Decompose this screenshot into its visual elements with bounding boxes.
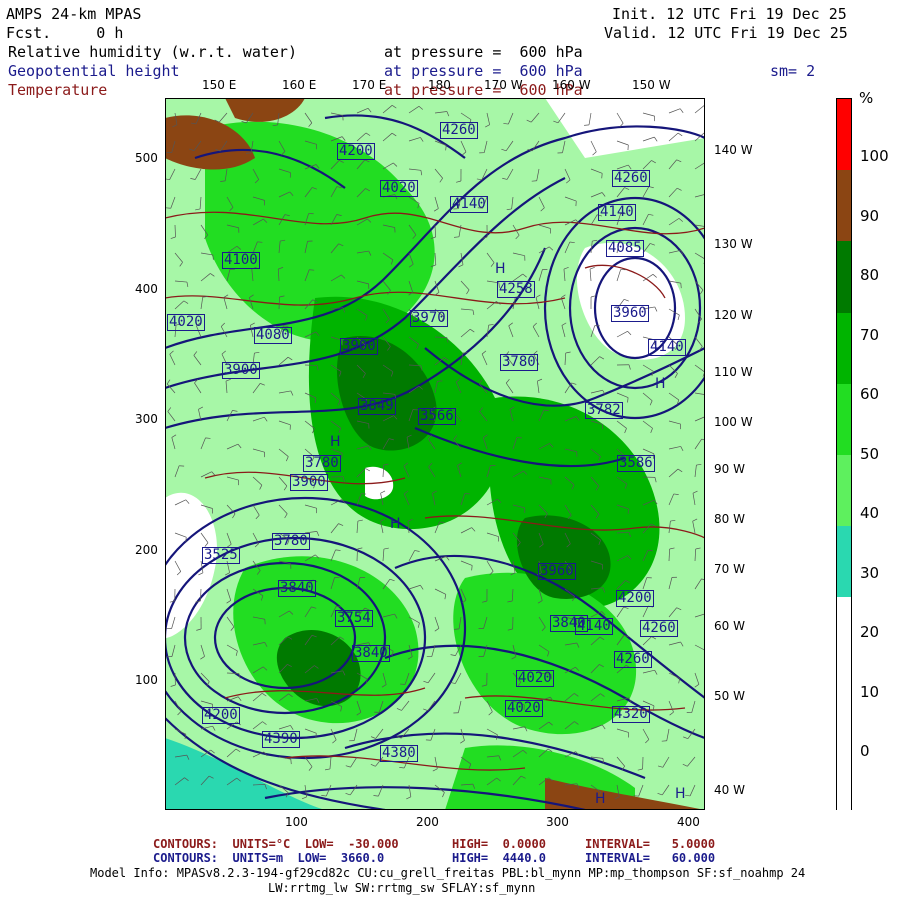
colorbar-segment xyxy=(837,668,851,740)
lon-label-right: 110 W xyxy=(714,365,753,379)
model-info: Model Info: MPASv8.2.3-194-gf29cd82c CU:… xyxy=(90,866,806,880)
y-tick-label: 100 xyxy=(135,673,158,687)
x-tick-label: 400 xyxy=(677,815,700,829)
x-tick-label: 200 xyxy=(416,815,439,829)
lon-label-right: 90 W xyxy=(714,462,745,476)
svg-text:H: H xyxy=(390,516,401,532)
lon-label-top: 180 xyxy=(428,78,451,92)
lon-label-right: 130 W xyxy=(714,237,753,251)
colorbar-tick-label: 10 xyxy=(860,682,880,701)
colorbar-segment xyxy=(837,739,851,811)
lon-label-top: 160 E xyxy=(282,78,317,92)
x-tick-label: 300 xyxy=(546,815,569,829)
colorbar-tick-label: 100 xyxy=(860,147,889,165)
colorbar-tick-label: 0 xyxy=(860,742,870,760)
model-title: AMPS 24-km MPAS xyxy=(6,5,142,23)
colorbar-tick-label: 50 xyxy=(860,444,880,463)
lon-label-right: 120 W xyxy=(714,308,753,322)
colorbar-tick-label: 20 xyxy=(860,623,880,641)
colorbar-tick-label: 80 xyxy=(860,266,880,284)
colorbar-unit: % xyxy=(859,89,874,107)
field-height: Geopotential height xyxy=(8,62,180,80)
colorbar-tick-label: 40 xyxy=(860,504,880,522)
svg-text:H: H xyxy=(655,376,666,392)
x-tick-label: 100 xyxy=(285,815,308,829)
y-tick-label: 200 xyxy=(135,543,158,557)
svg-text:H: H xyxy=(595,791,606,807)
lon-label-top: 150 E xyxy=(202,78,237,92)
field-rh: Relative humidity (w.r.t. water) xyxy=(8,43,297,61)
lon-label-right: 100 W xyxy=(714,415,753,429)
smoothing: sm= 2 xyxy=(770,62,816,80)
lon-label-right: 50 W xyxy=(714,689,745,703)
lon-label-top: 170 W xyxy=(484,78,523,92)
svg-text:H: H xyxy=(330,434,341,450)
colorbar-tick-label: 90 xyxy=(860,206,880,225)
valid-time: Valid. 12 UTC Fri 19 Dec 25 xyxy=(604,24,848,42)
colorbar-tick-label: 30 xyxy=(860,563,880,582)
temp-contour-interval: INTERVAL= 5.0000 xyxy=(585,837,716,851)
colorbar-segment xyxy=(837,312,851,384)
colorbar-segment xyxy=(837,170,851,242)
weather-map: H H H H H H xyxy=(165,98,705,810)
y-tick-label: 500 xyxy=(135,151,158,165)
lon-label-top: 150 W xyxy=(632,78,671,92)
colorbar-tick-label: 60 xyxy=(860,385,880,403)
colorbar-segment xyxy=(837,597,851,669)
model-physics: LW:rrtmg_lw SW:rrtmg_sw SFLAY:sf_mynn xyxy=(268,881,536,895)
rh-colorbar xyxy=(836,98,852,811)
lon-label-right: 140 W xyxy=(714,143,753,157)
height-contour-high: HIGH= 4440.0 xyxy=(452,851,546,865)
level-rh: at pressure = 600 hPa xyxy=(384,43,583,61)
svg-text:H: H xyxy=(495,261,506,277)
y-tick-label: 300 xyxy=(135,412,158,426)
field-temp: Temperature xyxy=(8,81,108,99)
svg-text:H: H xyxy=(675,786,686,802)
lon-label-right: 80 W xyxy=(714,512,745,526)
forecast-hour: Fcst. 0 h xyxy=(6,24,124,42)
colorbar-segment xyxy=(837,455,851,527)
temp-contour-info: CONTOURS: UNITS=°C LOW= -30.000 xyxy=(153,837,399,851)
colorbar-segment xyxy=(837,99,851,171)
lon-label-top: 160 W xyxy=(552,78,591,92)
lon-label-right: 40 W xyxy=(714,783,745,797)
temp-contour-high: HIGH= 0.0000 xyxy=(452,837,546,851)
lon-label-right: 60 W xyxy=(714,619,745,633)
lon-label-top: 170 E xyxy=(352,78,387,92)
y-tick-label: 400 xyxy=(135,282,158,296)
colorbar-segment xyxy=(837,383,851,455)
height-contour-info: CONTOURS: UNITS=m LOW= 3660.0 xyxy=(153,851,385,865)
lon-label-right: 70 W xyxy=(714,562,745,576)
init-time: Init. 12 UTC Fri 19 Dec 25 xyxy=(612,5,847,23)
height-contour-interval: INTERVAL= 60.000 xyxy=(585,851,716,865)
colorbar-segment xyxy=(837,241,851,313)
colorbar-tick-label: 70 xyxy=(860,325,880,344)
colorbar-segment xyxy=(837,526,851,598)
